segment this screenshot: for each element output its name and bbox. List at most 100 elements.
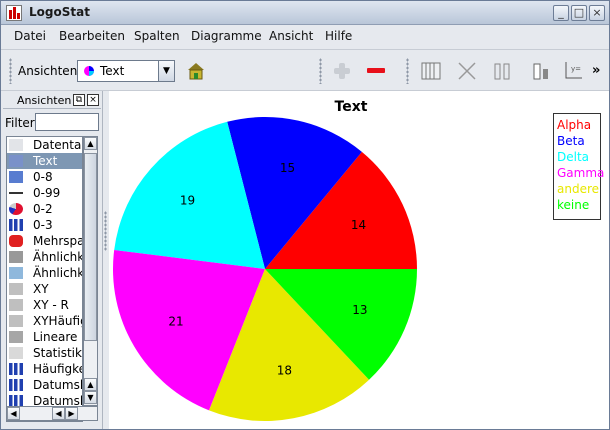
list-item-label: XY - R	[33, 298, 69, 312]
list-item[interactable]: Text	[7, 153, 82, 169]
list-item-label: Ähnlichkeit	[33, 266, 83, 280]
horizontal-bar-icon	[9, 171, 23, 183]
list-item-label: Lineare R	[33, 330, 82, 344]
legend-entry: Delta	[557, 150, 590, 164]
views-sidebar: Ansichten ⧉ × Filter Datentabelle Text 0-8…	[1, 91, 103, 429]
scroll-left-icon[interactable]: ◀	[7, 407, 20, 420]
list-item[interactable]: Datumshäufigkeit	[7, 377, 82, 393]
split-columns-icon[interactable]	[491, 60, 513, 82]
slice-value-label: 15	[280, 161, 295, 175]
list-item[interactable]: Lineare R	[7, 329, 82, 345]
xy-chart-tool-icon[interactable]: y=	[562, 60, 584, 82]
slice-value-label: 19	[180, 194, 195, 208]
menu-ansicht[interactable]: Ansicht	[269, 29, 313, 43]
legend-entry: Alpha	[557, 118, 592, 132]
slider-icon	[9, 187, 23, 199]
text-chart-icon	[84, 66, 94, 76]
maximize-button[interactable]: □	[571, 5, 587, 21]
filter-label: Filter	[5, 116, 35, 130]
slice-value-label: 14	[351, 218, 366, 232]
app-window: LogoStat _ □ × Datei Bearbeiten Spalten …	[0, 0, 610, 430]
list-item-label: Statistiktabelle	[33, 346, 82, 360]
add-icon[interactable]	[331, 60, 353, 82]
list-item-label: XYHäufigkeit	[33, 314, 82, 328]
list-item[interactable]: Häufigkeit	[7, 361, 82, 377]
legend-entry: Beta	[557, 134, 585, 148]
title-bar[interactable]: LogoStat _ □ ×	[1, 1, 609, 25]
list-item-label: 0-8	[33, 170, 53, 184]
freq-icon	[9, 363, 23, 375]
columns-icon[interactable]	[420, 60, 442, 82]
chevron-down-icon[interactable]: ▼	[158, 61, 174, 81]
list-item[interactable]: Mehrspalten	[7, 233, 82, 249]
text-chart-icon	[9, 155, 23, 167]
vertical-scrollbar[interactable]: ▲ ▲ ▼	[83, 136, 98, 406]
home-icon[interactable]	[185, 60, 207, 82]
chart-legend: Alpha Beta Delta Gamma andere keine	[553, 113, 604, 220]
menu-hilfe[interactable]: Hilfe	[325, 29, 352, 43]
toolbar: Ansichten Text ▼ y= »	[1, 49, 609, 91]
list-item[interactable]: XY	[7, 281, 82, 297]
menu-datei[interactable]: Datei	[14, 29, 46, 43]
legend-entry: keine	[557, 198, 590, 212]
svg-text:y=: y=	[571, 65, 581, 73]
close-button[interactable]: ×	[589, 5, 605, 21]
scroll-down-icon[interactable]: ▼	[84, 391, 97, 404]
views-list: Datentabelle Text 0-8 0-99 0-2 0-3 Mehrspalten…	[6, 136, 83, 422]
pie-chart: Text 14 15 19 21 18 13	[113, 99, 417, 421]
view-select-value: Text	[100, 64, 125, 78]
stop-icon	[9, 235, 23, 247]
menu-diagramme[interactable]: Diagramme	[191, 29, 262, 43]
menu-bearbeiten[interactable]: Bearbeiten	[59, 29, 125, 43]
menu-spalten[interactable]: Spalten	[134, 29, 180, 43]
line-icon	[9, 331, 23, 343]
close-icon[interactable]: ×	[87, 94, 99, 106]
scroll-up-icon-2[interactable]: ▲	[84, 378, 97, 391]
list-item[interactable]: Ähnlichkeit	[7, 265, 82, 281]
dots-icon	[9, 267, 23, 279]
scroll-up-icon[interactable]: ▲	[84, 137, 97, 150]
list-item[interactable]: 0-2	[7, 201, 82, 217]
list-item-label: Datumshäufigkeit	[33, 378, 82, 392]
list-item[interactable]: Ähnlichkeit	[7, 249, 82, 265]
list-item[interactable]: Statistiktabelle	[7, 345, 82, 361]
delete-column-icon[interactable]	[456, 60, 478, 82]
scroll-left-icon-2[interactable]: ◀	[52, 407, 65, 420]
toolbar-grip-3[interactable]	[406, 58, 409, 84]
list-item[interactable]: XYHäufigkeit	[7, 313, 82, 329]
date-bar-icon	[9, 379, 23, 391]
bar-chart-icon	[9, 219, 23, 231]
bar-chart-tool-icon[interactable]	[531, 60, 553, 82]
toolbar-grip[interactable]	[9, 58, 12, 84]
list-item[interactable]: XY - R	[7, 297, 82, 313]
minimize-button[interactable]: _	[553, 5, 569, 21]
list-item-label: Ähnlichkeit	[33, 250, 83, 264]
remove-icon[interactable]	[365, 60, 387, 82]
scroll-right-icon[interactable]: ▶	[65, 407, 78, 420]
toolbar-grip-2[interactable]	[319, 58, 322, 84]
list-item[interactable]: 0-3	[7, 217, 82, 233]
window-title: LogoStat	[29, 5, 90, 19]
stats-icon	[9, 347, 23, 359]
list-item-label: Text	[33, 154, 58, 168]
scatter-r-icon	[9, 299, 23, 311]
table-icon	[9, 139, 23, 151]
filter-input[interactable]	[35, 113, 99, 131]
toolbar-more-button[interactable]: »	[592, 63, 600, 78]
scatter-freq-icon	[9, 315, 23, 327]
slice-value-label: 21	[168, 315, 183, 329]
list-item[interactable]: Datentabelle	[7, 137, 82, 153]
list-item-label: Häufigkeit	[33, 362, 82, 376]
list-item-label: Mehrspalten	[33, 234, 82, 248]
menu-bar: Datei Bearbeiten Spalten Diagramme Ansic…	[1, 25, 609, 47]
views-label: Ansichten	[18, 64, 78, 78]
list-item-label: Datentabelle	[33, 138, 82, 152]
view-select[interactable]: Text ▼	[77, 60, 175, 82]
list-item-label: 0-99	[33, 186, 61, 200]
list-item[interactable]: 0-99	[7, 185, 82, 201]
scroll-thumb[interactable]	[84, 153, 97, 341]
horizontal-scrollbar[interactable]: ◀ ◀ ▶	[6, 406, 98, 421]
list-item[interactable]: 0-8	[7, 169, 82, 185]
splitter-grip[interactable]	[104, 211, 107, 251]
undock-icon[interactable]: ⧉	[73, 94, 85, 106]
